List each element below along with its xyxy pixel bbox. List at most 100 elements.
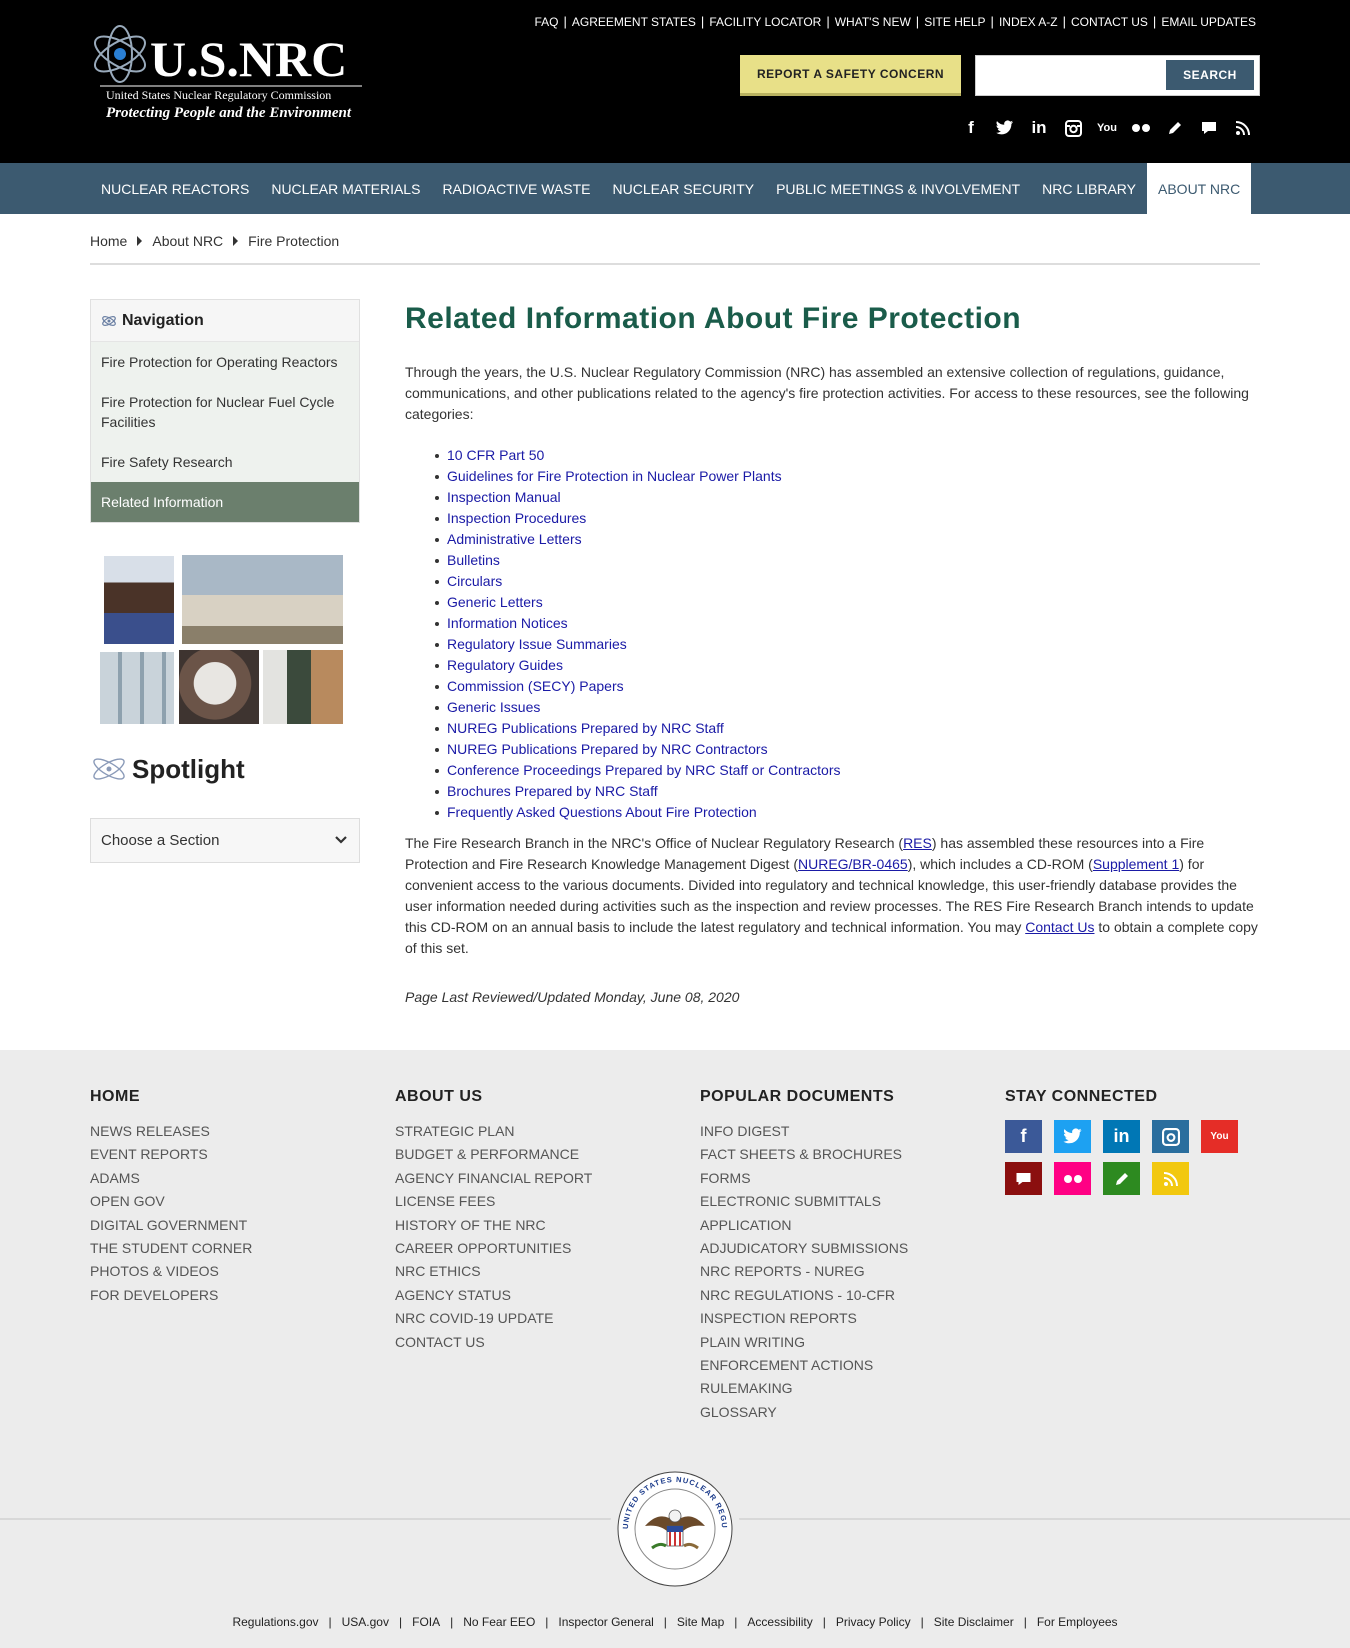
flickr-icon[interactable]	[1054, 1162, 1091, 1195]
side-nav-item-operating-reactors[interactable]: Fire Protection for Operating Reactors	[91, 342, 359, 382]
footer-link[interactable]: NRC REGULATIONS - 10-CFR	[700, 1284, 908, 1307]
nav-public-meetings[interactable]: PUBLIC MEETINGS & INVOLVEMENT	[765, 163, 1031, 214]
category-link[interactable]: Guidelines for Fire Protection in Nuclea…	[447, 468, 782, 484]
category-link[interactable]: Conference Proceedings Prepared by NRC S…	[447, 762, 841, 778]
category-link[interactable]: Commission (SECY) Papers	[447, 678, 624, 694]
comment-icon[interactable]	[1005, 1162, 1042, 1195]
footer-link[interactable]: APPLICATION	[700, 1214, 908, 1237]
footer-link[interactable]: AGENCY STATUS	[395, 1284, 592, 1307]
facebook-icon[interactable]: f	[954, 116, 988, 140]
footer-link[interactable]: FACT SHEETS & BROCHURES	[700, 1143, 908, 1166]
footer-link[interactable]: ENFORCEMENT ACTIONS	[700, 1354, 908, 1377]
footer-link[interactable]: CONTACT US	[395, 1331, 592, 1354]
category-link[interactable]: Inspection Manual	[447, 489, 561, 505]
search-input[interactable]	[984, 64, 1154, 88]
category-link[interactable]: Generic Issues	[447, 699, 540, 715]
comment-icon[interactable]	[1192, 116, 1226, 140]
footer-link-accessibility[interactable]: Accessibility	[737, 1615, 822, 1629]
top-link-facility-locator[interactable]: FACILITY LOCATOR	[705, 15, 825, 29]
linkedin-icon[interactable]: in	[1022, 116, 1056, 140]
footer-link[interactable]: BUDGET & PERFORMANCE	[395, 1143, 592, 1166]
footer-link[interactable]: OPEN GOV	[90, 1190, 252, 1213]
footer-link-no-fear-eeo[interactable]: No Fear EEO	[453, 1615, 545, 1629]
footer-link[interactable]: FORMS	[700, 1167, 908, 1190]
rss-icon[interactable]	[1152, 1162, 1189, 1195]
footer-link-usa-gov[interactable]: USA.gov	[332, 1615, 399, 1629]
youtube-icon[interactable]: You	[1090, 116, 1124, 140]
nav-about-nrc[interactable]: ABOUT NRC	[1147, 163, 1252, 214]
top-link-email-updates[interactable]: EMAIL UPDATES	[1157, 15, 1260, 29]
footer-heading[interactable]: ABOUT US	[395, 1088, 592, 1106]
top-link-site-help[interactable]: SITE HELP	[920, 15, 989, 29]
breadcrumb-home[interactable]: Home	[90, 233, 127, 249]
facebook-icon[interactable]: f	[1005, 1120, 1042, 1153]
side-nav-item-fire-safety-research[interactable]: Fire Safety Research	[91, 442, 359, 482]
footer-link[interactable]: ADJUDICATORY SUBMISSIONS	[700, 1237, 908, 1260]
category-link[interactable]: Brochures Prepared by NRC Staff	[447, 783, 658, 799]
footer-link[interactable]: PLAIN WRITING	[700, 1331, 908, 1354]
choose-section-dropdown[interactable]: Choose a Section	[90, 818, 360, 863]
category-link[interactable]: Information Notices	[447, 615, 568, 631]
footer-link[interactable]: ELECTRONIC SUBMITTALS	[700, 1190, 908, 1213]
nav-nuclear-security[interactable]: NUCLEAR SECURITY	[602, 163, 766, 214]
contact-us-link[interactable]: Contact Us	[1025, 919, 1094, 935]
top-link-agreement-states[interactable]: AGREEMENT STATES	[568, 15, 700, 29]
category-link[interactable]: 10 CFR Part 50	[447, 447, 544, 463]
nav-radioactive-waste[interactable]: RADIOACTIVE WASTE	[431, 163, 601, 214]
report-safety-concern-button[interactable]: REPORT A SAFETY CONCERN	[740, 55, 961, 96]
side-nav-item-related-information[interactable]: Related Information	[91, 482, 359, 522]
category-link[interactable]: NUREG Publications Prepared by NRC Contr…	[447, 741, 768, 757]
youtube-icon[interactable]: You	[1201, 1120, 1238, 1153]
category-link[interactable]: Administrative Letters	[447, 531, 582, 547]
nav-nrc-library[interactable]: NRC LIBRARY	[1031, 163, 1147, 214]
footer-link[interactable]: INFO DIGEST	[700, 1120, 908, 1143]
footer-link[interactable]: NEWS RELEASES	[90, 1120, 252, 1143]
linkedin-icon[interactable]: in	[1103, 1120, 1140, 1153]
footer-link[interactable]: GLOSSARY	[700, 1401, 908, 1424]
footer-link[interactable]: NRC ETHICS	[395, 1260, 592, 1283]
footer-link[interactable]: HISTORY OF THE NRC	[395, 1214, 592, 1237]
category-link[interactable]: Circulars	[447, 573, 502, 589]
footer-link[interactable]: NRC REPORTS - NUREG	[700, 1260, 908, 1283]
nrc-logo[interactable]: U.S.NRC United States Nuclear Regulatory…	[90, 20, 365, 124]
nav-nuclear-reactors[interactable]: NUCLEAR REACTORS	[90, 163, 260, 214]
category-link[interactable]: Frequently Asked Questions About Fire Pr…	[447, 804, 757, 820]
footer-link-inspector-general[interactable]: Inspector General	[548, 1615, 663, 1629]
footer-link[interactable]: RULEMAKING	[700, 1377, 908, 1400]
footer-link[interactable]: PHOTOS & VIDEOS	[90, 1260, 252, 1283]
category-link[interactable]: Bulletins	[447, 552, 500, 568]
footer-link-regulations-gov[interactable]: Regulations.gov	[222, 1615, 328, 1629]
footer-link-for-employees[interactable]: For Employees	[1027, 1615, 1128, 1629]
footer-link[interactable]: AGENCY FINANCIAL REPORT	[395, 1167, 592, 1190]
nureg-link[interactable]: NUREG/BR-0465	[798, 856, 908, 872]
footer-link[interactable]: FOR DEVELOPERS	[90, 1284, 252, 1307]
search-button[interactable]: SEARCH	[1166, 60, 1254, 90]
top-link-faq[interactable]: FAQ	[530, 15, 562, 29]
top-link-contact-us[interactable]: CONTACT US	[1067, 15, 1152, 29]
footer-link[interactable]: EVENT REPORTS	[90, 1143, 252, 1166]
footer-link-privacy-policy[interactable]: Privacy Policy	[826, 1615, 921, 1629]
footer-link[interactable]: CAREER OPPORTUNITIES	[395, 1237, 592, 1260]
category-link[interactable]: Generic Letters	[447, 594, 543, 610]
res-link[interactable]: RES	[903, 835, 932, 851]
category-link[interactable]: Regulatory Issue Summaries	[447, 636, 627, 652]
breadcrumb-about-nrc[interactable]: About NRC	[152, 233, 223, 249]
pencil-icon[interactable]	[1103, 1162, 1140, 1195]
category-link[interactable]: NUREG Publications Prepared by NRC Staff	[447, 720, 724, 736]
side-nav-item-fuel-cycle[interactable]: Fire Protection for Nuclear Fuel Cycle F…	[91, 382, 359, 442]
footer-link-foia[interactable]: FOIA	[402, 1615, 450, 1629]
footer-heading[interactable]: HOME	[90, 1088, 252, 1106]
supplement-link[interactable]: Supplement 1	[1093, 856, 1179, 872]
twitter-icon[interactable]	[988, 116, 1022, 140]
footer-link[interactable]: THE STUDENT CORNER	[90, 1237, 252, 1260]
pencil-icon[interactable]	[1158, 116, 1192, 140]
footer-link[interactable]: DIGITAL GOVERNMENT	[90, 1214, 252, 1237]
rss-icon[interactable]	[1226, 116, 1260, 140]
category-link[interactable]: Inspection Procedures	[447, 510, 586, 526]
footer-link-site-map[interactable]: Site Map	[667, 1615, 734, 1629]
twitter-icon[interactable]	[1054, 1120, 1091, 1153]
top-link-index[interactable]: INDEX A-Z	[995, 15, 1062, 29]
instagram-icon[interactable]	[1152, 1120, 1189, 1153]
footer-link[interactable]: NRC COVID-19 UPDATE	[395, 1307, 592, 1330]
footer-link[interactable]: INSPECTION REPORTS	[700, 1307, 908, 1330]
